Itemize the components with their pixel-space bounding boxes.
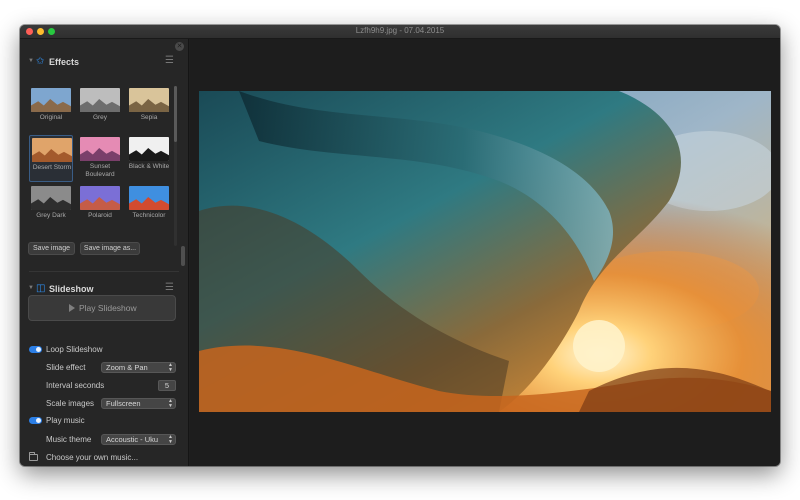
slideshow-icon: ◫ (36, 283, 46, 294)
effect-sunset-boulevard[interactable]: Sunset Boulevard (78, 135, 122, 182)
chevron-down-icon[interactable]: ▼ (28, 285, 34, 291)
effect-sepia[interactable]: Sepia (127, 86, 171, 133)
loop-slideshow-toggle[interactable] (29, 346, 42, 353)
chevron-down-icon[interactable]: ▼ (28, 58, 34, 64)
effect-thumbnail (31, 88, 71, 112)
effect-label: Grey (92, 114, 108, 121)
effect-label: Polaroid (88, 212, 112, 219)
effect-label: Grey Dark (36, 212, 66, 219)
choose-music-link[interactable]: Choose your own music... (46, 453, 138, 462)
effect-label: Technicolor (132, 212, 166, 219)
effect-thumbnail (80, 186, 120, 210)
loop-slideshow-label: Loop Slideshow (46, 345, 103, 354)
effects-title: Effects (49, 57, 80, 67)
effects-scrollbar[interactable] (174, 86, 177, 246)
close-sidebar-icon[interactable]: ✕ (175, 42, 184, 51)
effect-label: Original (39, 114, 63, 121)
effect-original[interactable]: Original (29, 86, 73, 133)
play-icon (69, 304, 75, 312)
music-theme-label: Music theme (46, 435, 92, 444)
window-title: Lzfh9h9.jpg - 07.04.2015 (355, 26, 445, 35)
slideshow-title: Slideshow (49, 284, 94, 294)
updown-arrows-icon: ▲ ▼ (168, 434, 173, 445)
section-divider (29, 271, 179, 272)
effect-black-white[interactable]: Black & White (127, 135, 171, 182)
effects-star-icon: ✩ (36, 56, 45, 67)
play-slideshow-button[interactable]: Play Slideshow (28, 295, 176, 321)
music-theme-value: Accoustic - Uku (106, 435, 159, 444)
effect-grey-dark[interactable]: Grey Dark (29, 184, 73, 231)
play-music-toggle[interactable] (29, 417, 42, 424)
interval-seconds-label: Interval seconds (46, 381, 105, 390)
effect-thumbnail (31, 186, 71, 210)
effects-menu-icon[interactable]: ☰ (165, 55, 174, 66)
effect-desert-storm[interactable]: Desert Storm (29, 135, 73, 182)
scale-images-label: Scale images (46, 399, 95, 408)
interval-seconds-field[interactable]: 5 (158, 380, 176, 391)
play-music-label: Play music (46, 416, 85, 425)
sidebar: ✕ ▼ ✩ Effects ☰ Original Grey Sepia Dese… (20, 39, 189, 466)
slide-effect-select[interactable]: Zoom & Pan ▲ ▼ (101, 362, 176, 373)
music-theme-select[interactable]: Accoustic - Uku ▲ ▼ (101, 434, 176, 445)
effect-thumbnail (129, 186, 169, 210)
effect-thumbnail (129, 88, 169, 112)
effect-label: Sepia (140, 114, 158, 121)
app-window: Lzfh9h9.jpg - 07.04.2015 ✕ ▼ ✩ Effects ☰… (20, 25, 780, 466)
image-viewer (190, 39, 780, 466)
scale-images-value: Fullscreen (106, 399, 141, 408)
slide-effect-value: Zoom & Pan (106, 363, 148, 372)
effect-grey[interactable]: Grey (78, 86, 122, 133)
effect-thumbnail (32, 138, 72, 162)
effect-label: Desert Storm (32, 164, 72, 171)
folder-icon[interactable] (29, 452, 38, 461)
effect-polaroid[interactable]: Polaroid (78, 184, 122, 231)
slide-effect-label: Slide effect (46, 363, 86, 372)
scale-images-select[interactable]: Fullscreen ▲ ▼ (101, 398, 176, 409)
wave-image (199, 91, 771, 412)
sidebar-scrollbar[interactable] (181, 246, 185, 266)
effect-technicolor[interactable]: Technicolor (127, 184, 171, 231)
play-slideshow-label: Play Slideshow (79, 303, 137, 313)
slideshow-menu-icon[interactable]: ☰ (165, 282, 174, 293)
effects-header[interactable]: ▼ ✩ Effects ☰ (20, 54, 189, 72)
updown-arrows-icon: ▲ ▼ (168, 362, 173, 373)
save-image-as-button[interactable]: Save image as... (80, 242, 140, 255)
effect-thumbnail (129, 137, 169, 161)
effect-label: Sunset Boulevard (85, 163, 115, 178)
updown-arrows-icon: ▲ ▼ (168, 398, 173, 409)
effect-thumbnail (80, 88, 120, 112)
effect-thumbnail (80, 137, 120, 161)
effect-label: Black & White (128, 163, 170, 170)
wave-photo (199, 91, 771, 412)
save-image-button[interactable]: Save image (28, 242, 75, 255)
title-bar: Lzfh9h9.jpg - 07.04.2015 (20, 25, 780, 39)
